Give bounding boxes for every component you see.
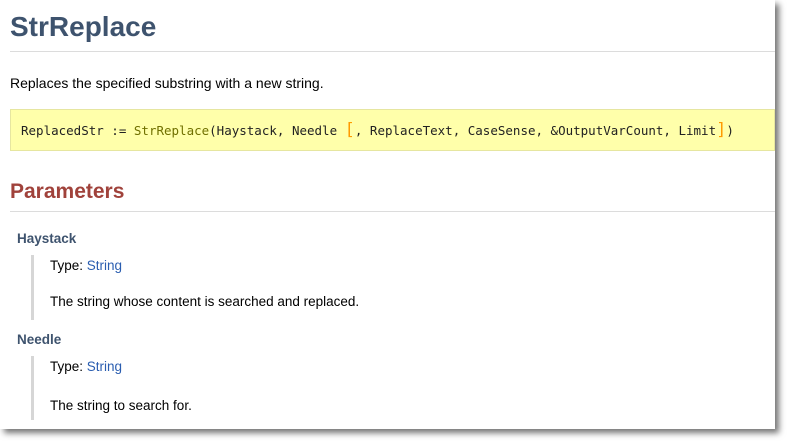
param-desc-needle: The string to search for.: [50, 398, 192, 413]
string-type-link[interactable]: String: [87, 258, 122, 273]
page-description: Replaces the specified substring with a …: [10, 75, 324, 91]
syntax-optional: , ReplaceText, CaseSense, &OutputVarCoun…: [354, 123, 717, 138]
parameters-heading: Parameters: [10, 180, 125, 203]
syntax-open: (Haystack, Needle: [209, 123, 345, 138]
doc-page: StrReplace Replaces the specified substr…: [0, 0, 775, 429]
param-type-label: Type:: [50, 258, 87, 273]
param-type-needle: Type: String: [50, 359, 122, 374]
string-type-link[interactable]: String: [87, 359, 122, 374]
param-type-label: Type:: [50, 359, 87, 374]
page-title: StrReplace: [10, 11, 157, 42]
syntax-bracket-open: [: [344, 120, 355, 140]
title-divider: [10, 51, 775, 52]
param-name-haystack: Haystack: [17, 231, 77, 246]
syntax-close: ): [726, 123, 734, 138]
param-bar-needle: [31, 356, 34, 420]
param-bar-haystack: [31, 255, 34, 320]
syntax-box: ReplacedStr := StrReplace(Haystack, Need…: [10, 109, 775, 151]
parameters-divider: [10, 211, 775, 212]
syntax-function: StrReplace: [133, 123, 210, 138]
param-type-haystack: Type: String: [50, 258, 122, 273]
param-name-needle: Needle: [17, 332, 62, 347]
syntax-prefix: ReplacedStr :=: [21, 123, 134, 138]
syntax-bracket-close: ]: [716, 120, 727, 140]
param-desc-haystack: The string whose content is searched and…: [50, 294, 360, 309]
